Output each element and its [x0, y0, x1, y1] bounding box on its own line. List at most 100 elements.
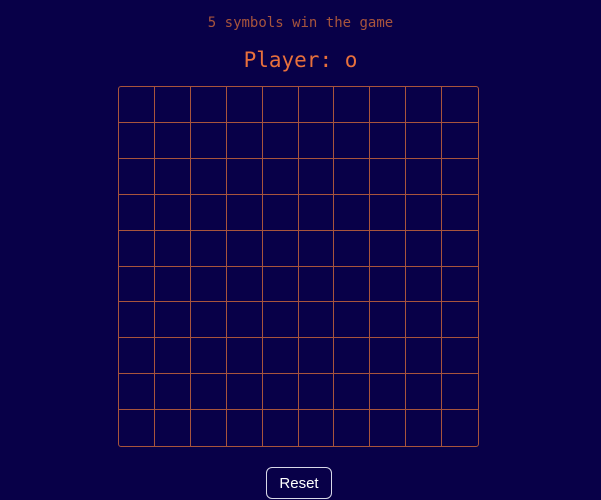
- board-cell[interactable]: [442, 338, 478, 375]
- board-cell[interactable]: [226, 158, 263, 195]
- board-cell[interactable]: [262, 338, 299, 375]
- board-cell[interactable]: [298, 302, 335, 339]
- reset-button[interactable]: Reset: [266, 467, 332, 499]
- board-cell[interactable]: [442, 87, 478, 123]
- board-cell[interactable]: [298, 230, 335, 267]
- board-cell[interactable]: [298, 194, 335, 231]
- board-cell[interactable]: [154, 87, 191, 123]
- board-cell[interactable]: [406, 302, 443, 339]
- board-cell[interactable]: [155, 410, 191, 446]
- board-cell[interactable]: [226, 87, 263, 123]
- board-cell[interactable]: [406, 87, 443, 123]
- board-cell[interactable]: [334, 338, 371, 375]
- board-cell[interactable]: [262, 266, 299, 303]
- board-cell[interactable]: [262, 230, 299, 267]
- board-cell[interactable]: [370, 194, 407, 231]
- board-cell[interactable]: [154, 194, 191, 231]
- board-cell[interactable]: [191, 410, 227, 446]
- board-cell[interactable]: [227, 410, 263, 446]
- board-cell[interactable]: [190, 374, 227, 411]
- board-cell[interactable]: [334, 87, 371, 123]
- board-cell[interactable]: [154, 374, 191, 411]
- board-cell[interactable]: [442, 159, 478, 195]
- board-cell[interactable]: [334, 266, 371, 303]
- board-cell[interactable]: [370, 158, 407, 195]
- board-cell[interactable]: [442, 374, 478, 411]
- board-cell[interactable]: [119, 87, 155, 123]
- board-cell[interactable]: [262, 374, 299, 411]
- board-cell[interactable]: [154, 158, 191, 195]
- board-cell[interactable]: [262, 87, 299, 123]
- board-cell[interactable]: [190, 122, 227, 159]
- board-cell[interactable]: [370, 374, 407, 411]
- board-cell[interactable]: [298, 338, 335, 375]
- board-cell[interactable]: [154, 338, 191, 375]
- board-cell[interactable]: [262, 194, 299, 231]
- board-cell[interactable]: [119, 374, 155, 411]
- board-cell[interactable]: [370, 87, 407, 123]
- board-cell[interactable]: [119, 338, 155, 375]
- board-cell[interactable]: [334, 158, 371, 195]
- board-cell[interactable]: [299, 410, 335, 446]
- board-cell[interactable]: [406, 122, 443, 159]
- board-cell[interactable]: [154, 122, 191, 159]
- board-cell[interactable]: [226, 374, 263, 411]
- board-cell[interactable]: [190, 194, 227, 231]
- board-cell[interactable]: [370, 230, 407, 267]
- board-cell[interactable]: [119, 230, 155, 267]
- board-cell[interactable]: [334, 122, 371, 159]
- board-cell[interactable]: [119, 302, 155, 339]
- board-cell[interactable]: [154, 230, 191, 267]
- board-cell[interactable]: [226, 302, 263, 339]
- board-cell[interactable]: [119, 266, 155, 303]
- board-cell[interactable]: [262, 302, 299, 339]
- board-cell[interactable]: [154, 266, 191, 303]
- board-cell[interactable]: [154, 302, 191, 339]
- board-cell[interactable]: [119, 194, 155, 231]
- board-cell[interactable]: [226, 194, 263, 231]
- board-cell[interactable]: [334, 302, 371, 339]
- board-cell[interactable]: [190, 230, 227, 267]
- board-cell[interactable]: [190, 302, 227, 339]
- board-cell[interactable]: [442, 195, 478, 231]
- board-cell[interactable]: [370, 266, 407, 303]
- board-cell[interactable]: [263, 410, 299, 446]
- board-cell[interactable]: [442, 410, 478, 446]
- board-cell[interactable]: [119, 410, 155, 446]
- board-cell[interactable]: [442, 123, 478, 159]
- board-cell[interactable]: [370, 122, 407, 159]
- board-cell[interactable]: [119, 158, 155, 195]
- board-cell[interactable]: [442, 302, 478, 339]
- board-cell[interactable]: [334, 410, 371, 446]
- board-cell[interactable]: [334, 374, 371, 411]
- board-cell[interactable]: [334, 194, 371, 231]
- board-cell[interactable]: [226, 122, 263, 159]
- board-cell[interactable]: [406, 374, 443, 411]
- board-cell[interactable]: [119, 122, 155, 159]
- board-cell[interactable]: [298, 374, 335, 411]
- board-cell[interactable]: [370, 338, 407, 375]
- board-cell[interactable]: [226, 266, 263, 303]
- board-cell[interactable]: [298, 122, 335, 159]
- board-cell[interactable]: [406, 158, 443, 195]
- board-cell[interactable]: [406, 230, 443, 267]
- board-cell[interactable]: [406, 266, 443, 303]
- board-cell[interactable]: [298, 158, 335, 195]
- board-cell[interactable]: [190, 158, 227, 195]
- board-cell[interactable]: [442, 267, 478, 303]
- board-cell[interactable]: [226, 230, 263, 267]
- board-cell[interactable]: [370, 410, 407, 446]
- board-cell[interactable]: [406, 194, 443, 231]
- board-cell[interactable]: [298, 266, 335, 303]
- board-cell[interactable]: [406, 410, 443, 446]
- board-cell[interactable]: [442, 231, 478, 267]
- board-cell[interactable]: [190, 87, 227, 123]
- board-cell[interactable]: [262, 158, 299, 195]
- board-cell[interactable]: [226, 338, 263, 375]
- board-cell[interactable]: [262, 122, 299, 159]
- board-cell[interactable]: [298, 87, 335, 123]
- board-cell[interactable]: [334, 230, 371, 267]
- board-cell[interactable]: [190, 338, 227, 375]
- board-cell[interactable]: [190, 266, 227, 303]
- board-cell[interactable]: [406, 338, 443, 375]
